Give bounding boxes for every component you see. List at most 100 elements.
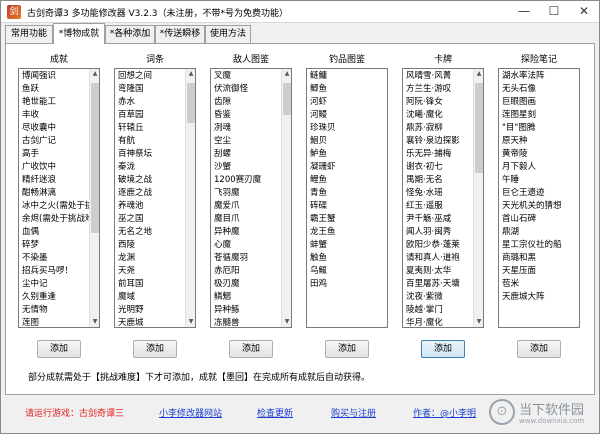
list-item[interactable]: 陵越·掌门	[406, 304, 473, 317]
scrollbar[interactable]: ▲ ▼	[281, 69, 291, 327]
scrollbar[interactable]: ▲ ▼	[185, 69, 195, 327]
list-item[interactable]: 华月·魔化	[406, 317, 473, 327]
list-item[interactable]: 河鳗	[310, 109, 377, 122]
purchase-register-link[interactable]: 购买与注册	[331, 406, 376, 419]
list-item[interactable]: 逐鹿之战	[118, 187, 185, 200]
add-entry-button[interactable]: 添加	[133, 340, 177, 358]
list-item[interactable]: 无名之地	[118, 226, 185, 239]
fishing-list[interactable]: 鲢鳙 鲫鱼 河虾 河鳗 珍珠贝 鮰贝 鲈鱼 凝珊虾 鲤鱼 青鱼 砗磲 霸王蟹 龙王鱼 蚌蟹 触鱼 乌鲺 田鸡	[306, 68, 388, 328]
list-item[interactable]: 蚌蟹	[310, 239, 377, 252]
enemies-list[interactable]: 叉魔 伏流御怪 齿隙 昏鉴 冽魂 空尘 刮螺 沙蟹 1200赛刃魔 飞羽魔 魔爱爪 魔目爪 异种魔 心魔苍…	[210, 68, 292, 328]
list-item[interactable]: 血偶	[22, 226, 89, 239]
list-item[interactable]: 莲图星刻	[502, 109, 569, 122]
scroll-thumb[interactable]	[187, 83, 195, 123]
list-item[interactable]: 星工宗仪社的船	[502, 239, 569, 252]
tab-various-add[interactable]: *各种添加	[105, 25, 155, 44]
close-button[interactable]: ✕	[569, 1, 599, 22]
list-item[interactable]: 齿隙	[214, 96, 281, 109]
list-item[interactable]: 请和真人·道袍	[406, 252, 473, 265]
list-item[interactable]: "目"图腾	[502, 122, 569, 135]
scroll-thumb[interactable]	[283, 83, 291, 115]
tab-usage[interactable]: 使用方法	[205, 25, 251, 44]
check-update-link[interactable]: 检查更新	[257, 406, 293, 419]
scroll-down-icon[interactable]: ▼	[282, 317, 291, 327]
list-item[interactable]: 高手	[22, 148, 89, 161]
tab-museum-achievements[interactable]: *博物成就	[53, 23, 105, 44]
scrollbar[interactable]: ▲ ▼	[473, 69, 483, 327]
list-item[interactable]: 空尘	[214, 135, 281, 148]
list-item[interactable]: 凝珊虾	[310, 161, 377, 174]
list-item[interactable]: 沈曦·魔化	[406, 109, 473, 122]
list-item[interactable]: 余烬(需处于挑战难度)	[22, 213, 89, 226]
maximize-button[interactable]: ☐	[539, 1, 569, 22]
list-item[interactable]: 光明野	[118, 304, 185, 317]
cards-list[interactable]: 风晴雪·风菁 方兰生·游叹 阿阮·锋女 沈曦·魔化 鼎苏·寂柳 襄铃·泉边探影 乐无异·捕梅…	[402, 68, 484, 328]
list-item[interactable]: 叉魔	[214, 70, 281, 83]
scroll-down-icon[interactable]: ▼	[474, 317, 483, 327]
list-item[interactable]: 巨仑王遗迹	[502, 187, 569, 200]
list-item[interactable]: 秦泷	[118, 161, 185, 174]
list-item[interactable]: 巫之国	[118, 213, 185, 226]
list-item[interactable]: 天鹿城大阵	[502, 291, 569, 304]
list-item[interactable]: 怪兔·水瑶	[406, 187, 473, 200]
add-fishing-button[interactable]: 添加	[325, 340, 369, 358]
list-item[interactable]: 轩辕丘	[118, 122, 185, 135]
list-item[interactable]: 首山石碑	[502, 213, 569, 226]
list-item[interactable]: 不染墨	[22, 252, 89, 265]
list-item[interactable]: 尽收囊中	[22, 122, 89, 135]
list-item[interactable]: 魔目爪	[214, 213, 281, 226]
scroll-down-icon[interactable]: ▼	[186, 317, 195, 327]
list-item[interactable]: 破境之战	[118, 174, 185, 187]
list-item[interactable]: 心魔	[214, 239, 281, 252]
list-item[interactable]: 欧阳少恭·蓬莱	[406, 239, 473, 252]
list-item[interactable]: 弯隆国	[118, 83, 185, 96]
list-item[interactable]: 禺期·无名	[406, 174, 473, 187]
tab-common-functions[interactable]: 常用功能	[5, 25, 53, 44]
list-item[interactable]: 龙渊	[118, 252, 185, 265]
list-item[interactable]: 乌鲺	[310, 265, 377, 278]
list-item[interactable]: 莲图	[22, 317, 89, 327]
list-item[interactable]: 无头石像	[502, 83, 569, 96]
list-item[interactable]: 鲫鱼	[310, 83, 377, 96]
list-item[interactable]: 霸王蟹	[310, 213, 377, 226]
list-item[interactable]: 风晴雪·风菁	[406, 70, 473, 83]
add-achievement-button[interactable]: 添加	[37, 340, 81, 358]
list-item[interactable]: 赤水	[118, 96, 185, 109]
list-item[interactable]: 刮螺	[214, 148, 281, 161]
list-item[interactable]: 西陵	[118, 239, 185, 252]
list-item[interactable]: 极刃魔	[214, 278, 281, 291]
list-item[interactable]: 鲢鳙	[310, 70, 377, 83]
list-item[interactable]: 养魂池	[118, 200, 185, 213]
list-item[interactable]: 百里屠苏·天墉	[406, 278, 473, 291]
list-item[interactable]: 砗磲	[310, 200, 377, 213]
list-item[interactable]: 前耳国	[118, 278, 185, 291]
list-item[interactable]: 魔域	[118, 291, 185, 304]
list-item[interactable]: 冰中之火(需处于挑战难度)	[22, 200, 89, 213]
exploration-notes-list[interactable]: 湖水率法阵 无头石像 巨眼图画 莲图星刻 "目"图腾 原天种 黄帝陵 月下毅人 午睡 巨仑王遗迹天…	[498, 68, 580, 328]
list-item[interactable]: 闻人羽·闽秀	[406, 226, 473, 239]
list-item[interactable]: 黄帝陵	[502, 148, 569, 161]
list-item[interactable]: 触鱼	[310, 252, 377, 265]
list-item[interactable]: 田鸡	[310, 278, 377, 291]
list-item[interactable]: 商璐和黑	[502, 252, 569, 265]
list-item[interactable]: 苞米	[502, 278, 569, 291]
list-item[interactable]: 鮰贝	[310, 135, 377, 148]
scrollbar[interactable]: ▲ ▼	[89, 69, 99, 327]
list-item[interactable]: 天尧	[118, 265, 185, 278]
list-item[interactable]: 青鱼	[310, 187, 377, 200]
list-item[interactable]: 冻髓兽	[214, 317, 281, 327]
list-item[interactable]: 百草园	[118, 109, 185, 122]
list-item[interactable]: 襄铃·泉边探影	[406, 135, 473, 148]
list-item[interactable]: 原天种	[502, 135, 569, 148]
list-item[interactable]: 方兰生·游叹	[406, 83, 473, 96]
add-card-button[interactable]: 添加	[421, 340, 465, 358]
scroll-up-icon[interactable]: ▲	[282, 69, 291, 79]
list-item[interactable]: 伏流御怪	[214, 83, 281, 96]
scroll-up-icon[interactable]: ▲	[90, 69, 99, 79]
list-item[interactable]: 碎梦	[22, 239, 89, 252]
list-item[interactable]: 巨眼图画	[502, 96, 569, 109]
list-item[interactable]: 红玉·遥服	[406, 200, 473, 213]
list-item[interactable]: 回想之间	[118, 70, 185, 83]
list-item[interactable]: 鲈鱼	[310, 148, 377, 161]
list-item[interactable]: 无情物	[22, 304, 89, 317]
